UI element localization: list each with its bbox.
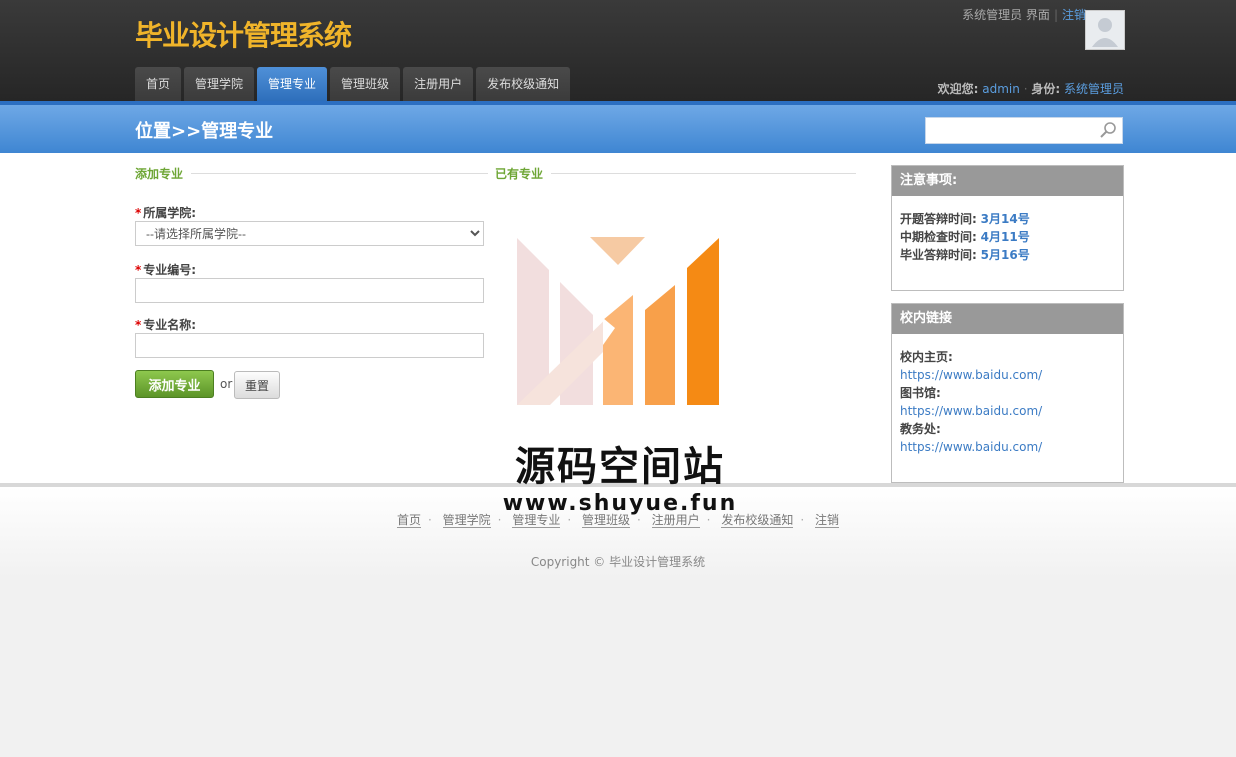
logout-link[interactable]: 注销 <box>1062 8 1086 22</box>
notice-panel-title: 注意事项: <box>892 166 1123 196</box>
notice-item: 开题答辩时间: 3月14号 <box>900 212 1030 226</box>
college-select[interactable]: --请选择所属学院-- <box>135 221 484 246</box>
footer-link-home[interactable]: 首页 <box>396 513 421 528</box>
link-label: 校内主页: <box>900 350 953 364</box>
nav-item-register-user[interactable]: 注册用户 <box>403 67 474 101</box>
avatar[interactable] <box>1085 10 1125 50</box>
footer-link-manage-college[interactable]: 管理学院 <box>442 513 491 528</box>
identity-label: 身份: <box>1031 82 1061 96</box>
notice-panel: 注意事项: 开题答辩时间: 3月14号 中期检查时间: 4月11号 毕业答辩时间… <box>891 165 1124 291</box>
search-box <box>925 117 1123 144</box>
major-name-input[interactable] <box>135 333 484 358</box>
campus-homepage-link[interactable]: https://www.baidu.com/ <box>900 366 1115 384</box>
notice-panel-body: 开题答辩时间: 3月14号 中期检查时间: 4月11号 毕业答辩时间: 5月16… <box>892 196 1123 272</box>
notice-item: 毕业答辩时间: 5月16号 <box>900 248 1030 262</box>
library-link[interactable]: https://www.baidu.com/ <box>900 402 1115 420</box>
add-major-button[interactable]: 添加专业 <box>135 370 214 398</box>
nav-item-manage-college[interactable]: 管理学院 <box>184 67 255 101</box>
user-icon <box>1086 11 1124 49</box>
app-title: 毕业设计管理系统 <box>135 19 352 52</box>
nav-item-manage-major[interactable]: 管理专业 <box>257 67 328 101</box>
header: 毕业设计管理系统 系统管理员 界面 | 注销 首页 管理学院 管理专业 管理班级 注… <box>0 0 1236 101</box>
campus-links-body: 校内主页: https://www.baidu.com/ 图书馆: https:… <box>892 334 1123 464</box>
nav-item-publish-notice[interactable]: 发布校级通知 <box>476 67 571 101</box>
or-text: or <box>220 377 233 391</box>
major-name-label: * 专业名称: <box>135 318 197 332</box>
watermark-text: 源码空间站 <box>515 444 725 490</box>
search-icon[interactable] <box>1099 121 1117 139</box>
top-right-links: 系统管理员 界面 | 注销 <box>962 8 1086 22</box>
existing-majors-section-heading: 已有专业 <box>495 165 857 182</box>
footer: 首页 · 管理学院 · 管理专业 · 管理班级 · 注册用户 · 发布校级通知 · 注销 C… <box>0 483 1236 757</box>
major-code-input[interactable] <box>135 278 484 303</box>
add-major-section-heading: 添加专业 <box>135 165 489 182</box>
link-label: 图书馆: <box>900 386 941 400</box>
welcome-label: 欢迎您: <box>937 82 979 96</box>
academic-office-link[interactable]: https://www.baidu.com/ <box>900 438 1115 456</box>
welcome-info: 欢迎您: admin · 身份: 系统管理员 <box>937 82 1124 96</box>
search-input[interactable] <box>926 118 1096 143</box>
main-nav: 首页 管理学院 管理专业 管理班级 注册用户 发布校级通知 <box>135 67 571 101</box>
nav-item-home[interactable]: 首页 <box>135 67 182 101</box>
nav-item-manage-class[interactable]: 管理班级 <box>330 67 401 101</box>
reset-button[interactable]: 重置 <box>234 371 280 399</box>
watermark-logo-icon <box>517 237 719 405</box>
username-link[interactable]: admin <box>982 82 1020 96</box>
role-text: 系统管理员 界面 <box>962 8 1050 22</box>
watermark-url: www.shuyue.fun <box>502 491 738 516</box>
notice-item: 中期检查时间: 4月11号 <box>900 230 1030 244</box>
campus-links-panel: 校内链接 校内主页: https://www.baidu.com/ 图书馆: h… <box>891 303 1124 483</box>
location-bar: 位置>>管理专业 <box>0 101 1236 153</box>
page-title: 位置>>管理专业 <box>135 121 274 142</box>
copyright: Copyright © 毕业设计管理系统 <box>530 555 706 569</box>
college-label: * 所属学院: <box>135 206 197 220</box>
footer-link-logout[interactable]: 注销 <box>815 513 840 528</box>
identity-link[interactable]: 系统管理员 <box>1064 82 1124 96</box>
campus-links-title: 校内链接 <box>892 304 1123 334</box>
major-code-label: * 专业编号: <box>135 263 197 277</box>
link-label: 教务处: <box>900 422 941 436</box>
